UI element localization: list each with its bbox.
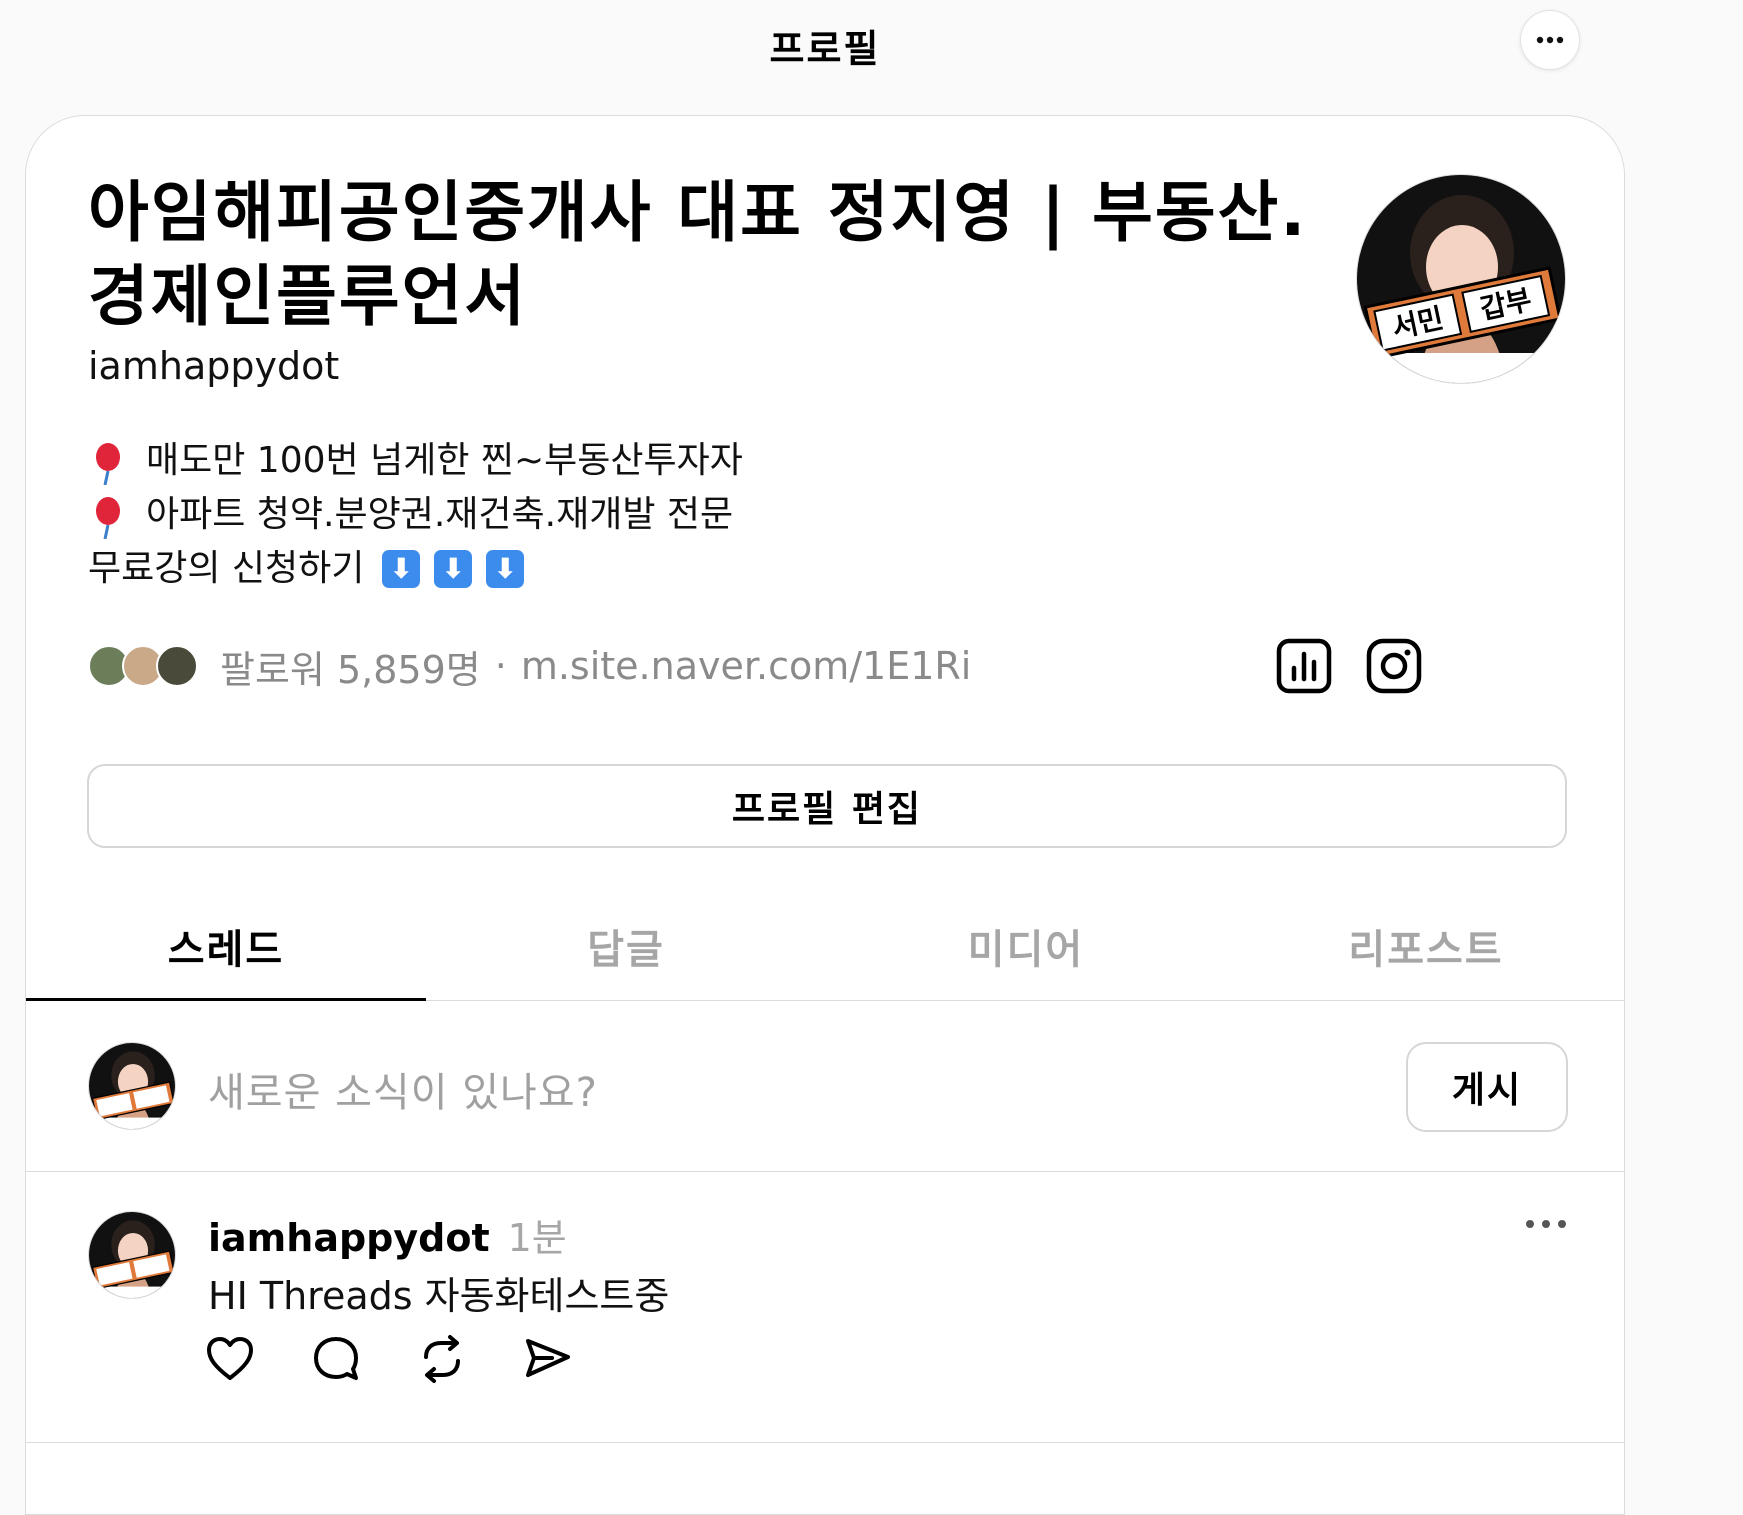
more-horizontal-icon <box>1526 1220 1566 1228</box>
thread-post: iamhappydot 1분 HI Threads 자동화테스트중 <box>26 1173 1624 1443</box>
follower-avatar <box>156 645 198 687</box>
down-arrow-emoji-icon: ⬇ <box>486 550 525 588</box>
bio-text: 무료강의 신청하기 <box>88 548 365 589</box>
edit-profile-button[interactable]: 프로필 편집 <box>87 764 1567 848</box>
tab-reposts[interactable]: 리포스트 <box>1226 891 1624 1000</box>
post-more-button[interactable] <box>1516 1203 1576 1243</box>
profile-display-name: 아임해피공인중개사 대표 정지영 | 부동산. 경제인플루언서 <box>88 174 1308 335</box>
bio-text: 매도만 100번 넘게한 찐~부동산투자자 <box>146 440 743 481</box>
repost-button[interactable] <box>416 1333 472 1389</box>
profile-card: 아임해피공인중개사 대표 정지영 | 부동산. 경제인플루언서 iamhappy… <box>25 115 1625 1515</box>
bio-text: 아파트 청약.분양권.재건축.재개발 전문 <box>146 494 734 535</box>
repost-icon <box>424 1335 460 1383</box>
instagram-icon <box>1366 638 1422 694</box>
more-horizontal-icon <box>1536 36 1564 44</box>
page-title: 프로필 <box>769 27 881 71</box>
followers-row: 팔로워 5,859명 · m.site.naver.com/1E1Ri <box>88 636 971 696</box>
bio-line: 무료강의 신청하기 ⬇ ⬇ ⬇ <box>88 542 988 596</box>
post-time: 1분 <box>507 1216 567 1260</box>
comment-icon <box>314 1337 358 1380</box>
post-button[interactable]: 게시 <box>1406 1042 1568 1132</box>
top-bar: 프로필 <box>0 0 1743 90</box>
composer-input[interactable]: 새로운 소식이 있나요? <box>208 1060 598 1118</box>
separator-dot: · <box>494 644 507 688</box>
bio-line: 매도만 100번 넘게한 찐~부동산투자자 <box>88 434 988 488</box>
profile-avatar[interactable]: 서민 갑부 <box>1356 174 1566 384</box>
follower-count[interactable]: 팔로워 5,859명 <box>220 639 481 694</box>
share-button[interactable] <box>522 1333 578 1389</box>
insights-button[interactable] <box>1276 638 1332 694</box>
balloon-pin-icon <box>88 495 146 540</box>
more-options-button[interactable] <box>1520 10 1580 70</box>
composer-avatar[interactable] <box>88 1042 176 1130</box>
post-author[interactable]: iamhappydot <box>208 1216 490 1260</box>
post-text: HI Threads 자동화테스트중 <box>208 1274 670 1318</box>
comment-button[interactable] <box>310 1333 366 1389</box>
share-icon <box>526 1339 570 1377</box>
post-actions <box>204 1333 628 1389</box>
post-author-avatar[interactable] <box>88 1211 176 1299</box>
balloon-pin-icon <box>88 441 146 486</box>
tab-threads[interactable]: 스레드 <box>26 891 426 1001</box>
insights-bar-chart-icon <box>1276 638 1332 694</box>
profile-link[interactable]: m.site.naver.com/1E1Ri <box>521 644 972 688</box>
instagram-button[interactable] <box>1366 638 1422 694</box>
down-arrow-emoji-icon: ⬇ <box>434 550 473 588</box>
profile-bio: 매도만 100번 넘게한 찐~부동산투자자 아파트 청약.분양권.재건축.재개발… <box>88 434 988 596</box>
profile-tabs: 스레드 답글 미디어 리포스트 <box>26 891 1624 1001</box>
post-meta: iamhappydot 1분 <box>208 1207 567 1262</box>
composer: 새로운 소식이 있나요? 게시 <box>26 1002 1624 1172</box>
tab-replies[interactable]: 답글 <box>426 891 826 1000</box>
profile-username: iamhappydot <box>88 344 340 388</box>
down-arrow-emoji-icon: ⬇ <box>382 550 421 588</box>
follower-avatars[interactable] <box>88 645 198 687</box>
tab-media[interactable]: 미디어 <box>826 891 1226 1000</box>
bio-line: 아파트 청약.분양권.재건축.재개발 전문 <box>88 488 988 542</box>
like-button[interactable] <box>204 1333 260 1389</box>
heart-icon <box>207 1337 253 1380</box>
